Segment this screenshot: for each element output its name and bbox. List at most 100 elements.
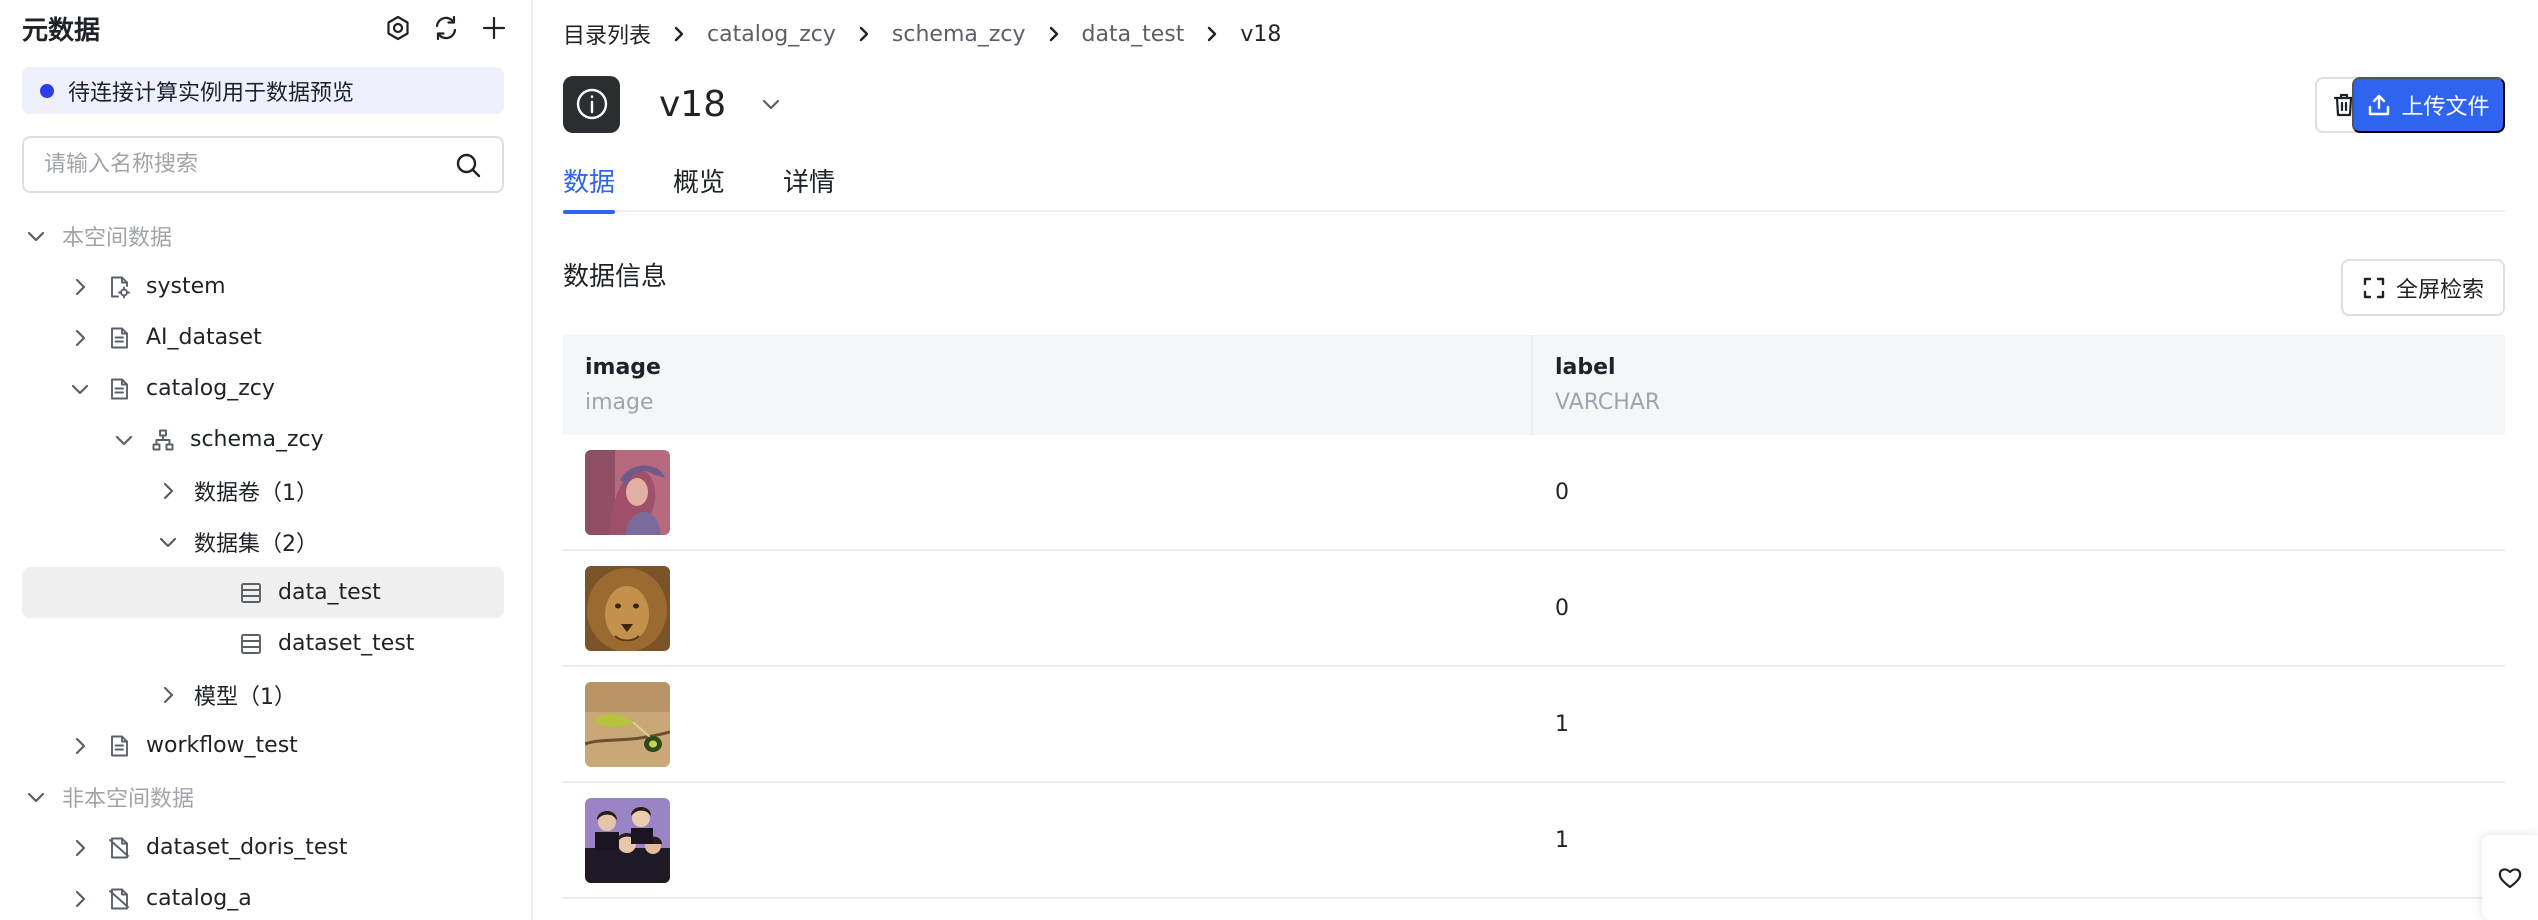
chevron-down-icon[interactable] [22,222,50,250]
sidebar-title: 元数据 [22,15,101,46]
tree-node[interactable]: schema_zcy [22,414,504,465]
chevron-right-icon[interactable] [154,681,182,709]
search-box [22,136,504,193]
chevron-right-icon [1202,24,1222,44]
chevron-down-icon[interactable] [154,528,182,556]
column-name: image [585,355,661,380]
chevron-right-icon[interactable] [66,885,94,913]
tree-node[interactable]: AI_dataset [22,312,504,363]
chevron-down-icon[interactable] [66,375,94,403]
chevron-down-icon[interactable] [110,426,138,454]
tree-node-label: AI_dataset [146,325,262,350]
fullscreen-icon [2363,277,2385,298]
lion-thumbnail[interactable] [585,565,670,651]
column-name: label [1555,355,1616,380]
image-cell [563,449,1533,535]
breadcrumb: 目录列表 catalog_zcy schema_zcy data_test v18 [563,18,1281,50]
table-row: 0 [563,435,2505,551]
chevron-right-icon [1044,24,1064,44]
schema-icon [150,427,176,453]
floating-help-button[interactable] [2482,835,2538,920]
table-row: 1 [563,667,2505,783]
dataset-icon [238,580,264,606]
catalog-external-icon [106,886,132,912]
chevron-right-icon[interactable] [66,834,94,862]
add-icon[interactable] [478,12,510,44]
column-header-label: label VARCHAR [1533,335,2505,435]
tree-node[interactable]: catalog_a [22,873,504,920]
chevron-right-icon[interactable] [66,273,94,301]
chevron-right-icon [669,24,689,44]
image-cell [563,681,1533,767]
chevron-right-icon[interactable] [66,732,94,760]
catalog-external-icon [106,835,132,861]
search-input[interactable] [44,152,454,177]
tree-node-label: 本空间数据 [62,225,173,251]
tree-node-label: system [146,274,226,299]
label-cell: 1 [1555,711,1569,737]
fullscreen-search-button[interactable]: 全屏检索 [2341,259,2505,316]
tree-node[interactable]: system [22,261,504,312]
tree-node[interactable]: 本空间数据 [22,210,504,261]
compute-instance-notice: 待连接计算实例用于数据预览 [22,67,504,114]
tree-node[interactable]: data_test [22,567,504,618]
version-chevron-down-icon[interactable] [756,89,786,119]
upload-file-button[interactable]: 上传文件 [2352,77,2505,133]
tab-overview[interactable]: 概览 [673,160,725,212]
tree-node[interactable]: catalog_zcy [22,363,504,414]
breadcrumb-current: v18 [1240,21,1282,47]
tree-node-label: dataset_doris_test [146,835,348,860]
tree-node-label: catalog_a [146,886,252,911]
catalog-settings-icon [106,274,132,300]
settings-icon[interactable] [382,12,414,44]
catalog-icon [106,733,132,759]
chevron-right-icon[interactable] [154,477,182,505]
tree-node[interactable]: 模型（1） [22,669,504,720]
status-dot [40,83,54,98]
tree-node[interactable]: 数据集（2） [22,516,504,567]
search-icon[interactable] [454,151,482,179]
chameleon-thumbnail[interactable] [585,681,670,767]
catalog-icon [106,325,132,351]
data-table: image image label VARCHAR 0 0 1 1 [563,335,2505,899]
image-cell [563,565,1533,651]
tree-node-label: 数据集（2） [194,531,318,557]
breadcrumb-link[interactable]: data_test [1082,22,1185,47]
band-photo-thumbnail[interactable] [585,797,670,883]
tab-data[interactable]: 数据 [563,160,616,214]
label-cell: 0 [1555,595,1569,621]
heart-icon [2498,867,2522,888]
upload-icon [2369,94,2390,116]
tree-node-label: 数据卷（1） [194,480,318,506]
tree-node[interactable]: workflow_test [22,720,504,771]
title-row: v18 上传文件 [563,75,2505,133]
table-header: image image label VARCHAR [563,335,2505,435]
portrait-thumbnail[interactable] [585,449,670,535]
breadcrumb-link[interactable]: 目录列表 [563,18,651,50]
column-header-image: image image [563,335,1533,435]
table-row: 1 [563,783,2505,899]
tree-node-label: workflow_test [146,733,298,758]
tree-node[interactable]: dataset_doris_test [22,822,504,873]
info-icon [563,75,620,133]
sidebar-actions [382,12,510,44]
chevron-down-icon[interactable] [22,783,50,811]
tree-node-label: 模型（1） [194,684,296,710]
tree-node[interactable]: 非本空间数据 [22,771,504,822]
tree-node-label: catalog_zcy [146,376,275,401]
breadcrumb-link[interactable]: catalog_zcy [707,22,836,47]
tree-node[interactable]: dataset_test [22,618,504,669]
tree-node[interactable]: 数据卷（1） [22,465,504,516]
dataset-icon [238,631,264,657]
fullscreen-label: 全屏检索 [2395,276,2484,302]
tree-node-label: dataset_test [278,631,415,656]
tab-details[interactable]: 详情 [783,160,835,212]
breadcrumb-link[interactable]: schema_zcy [892,22,1026,47]
label-cell: 1 [1555,827,1569,853]
refresh-icon[interactable] [430,12,462,44]
chevron-right-icon[interactable] [66,324,94,352]
catalog-icon [106,376,132,402]
table-row: 0 [563,551,2505,667]
section-title: 数据信息 [563,262,668,292]
sidebar: 元数据 待连接计算实例用于数据预览 本空间数据 system AI_datasetc… [0,0,533,920]
